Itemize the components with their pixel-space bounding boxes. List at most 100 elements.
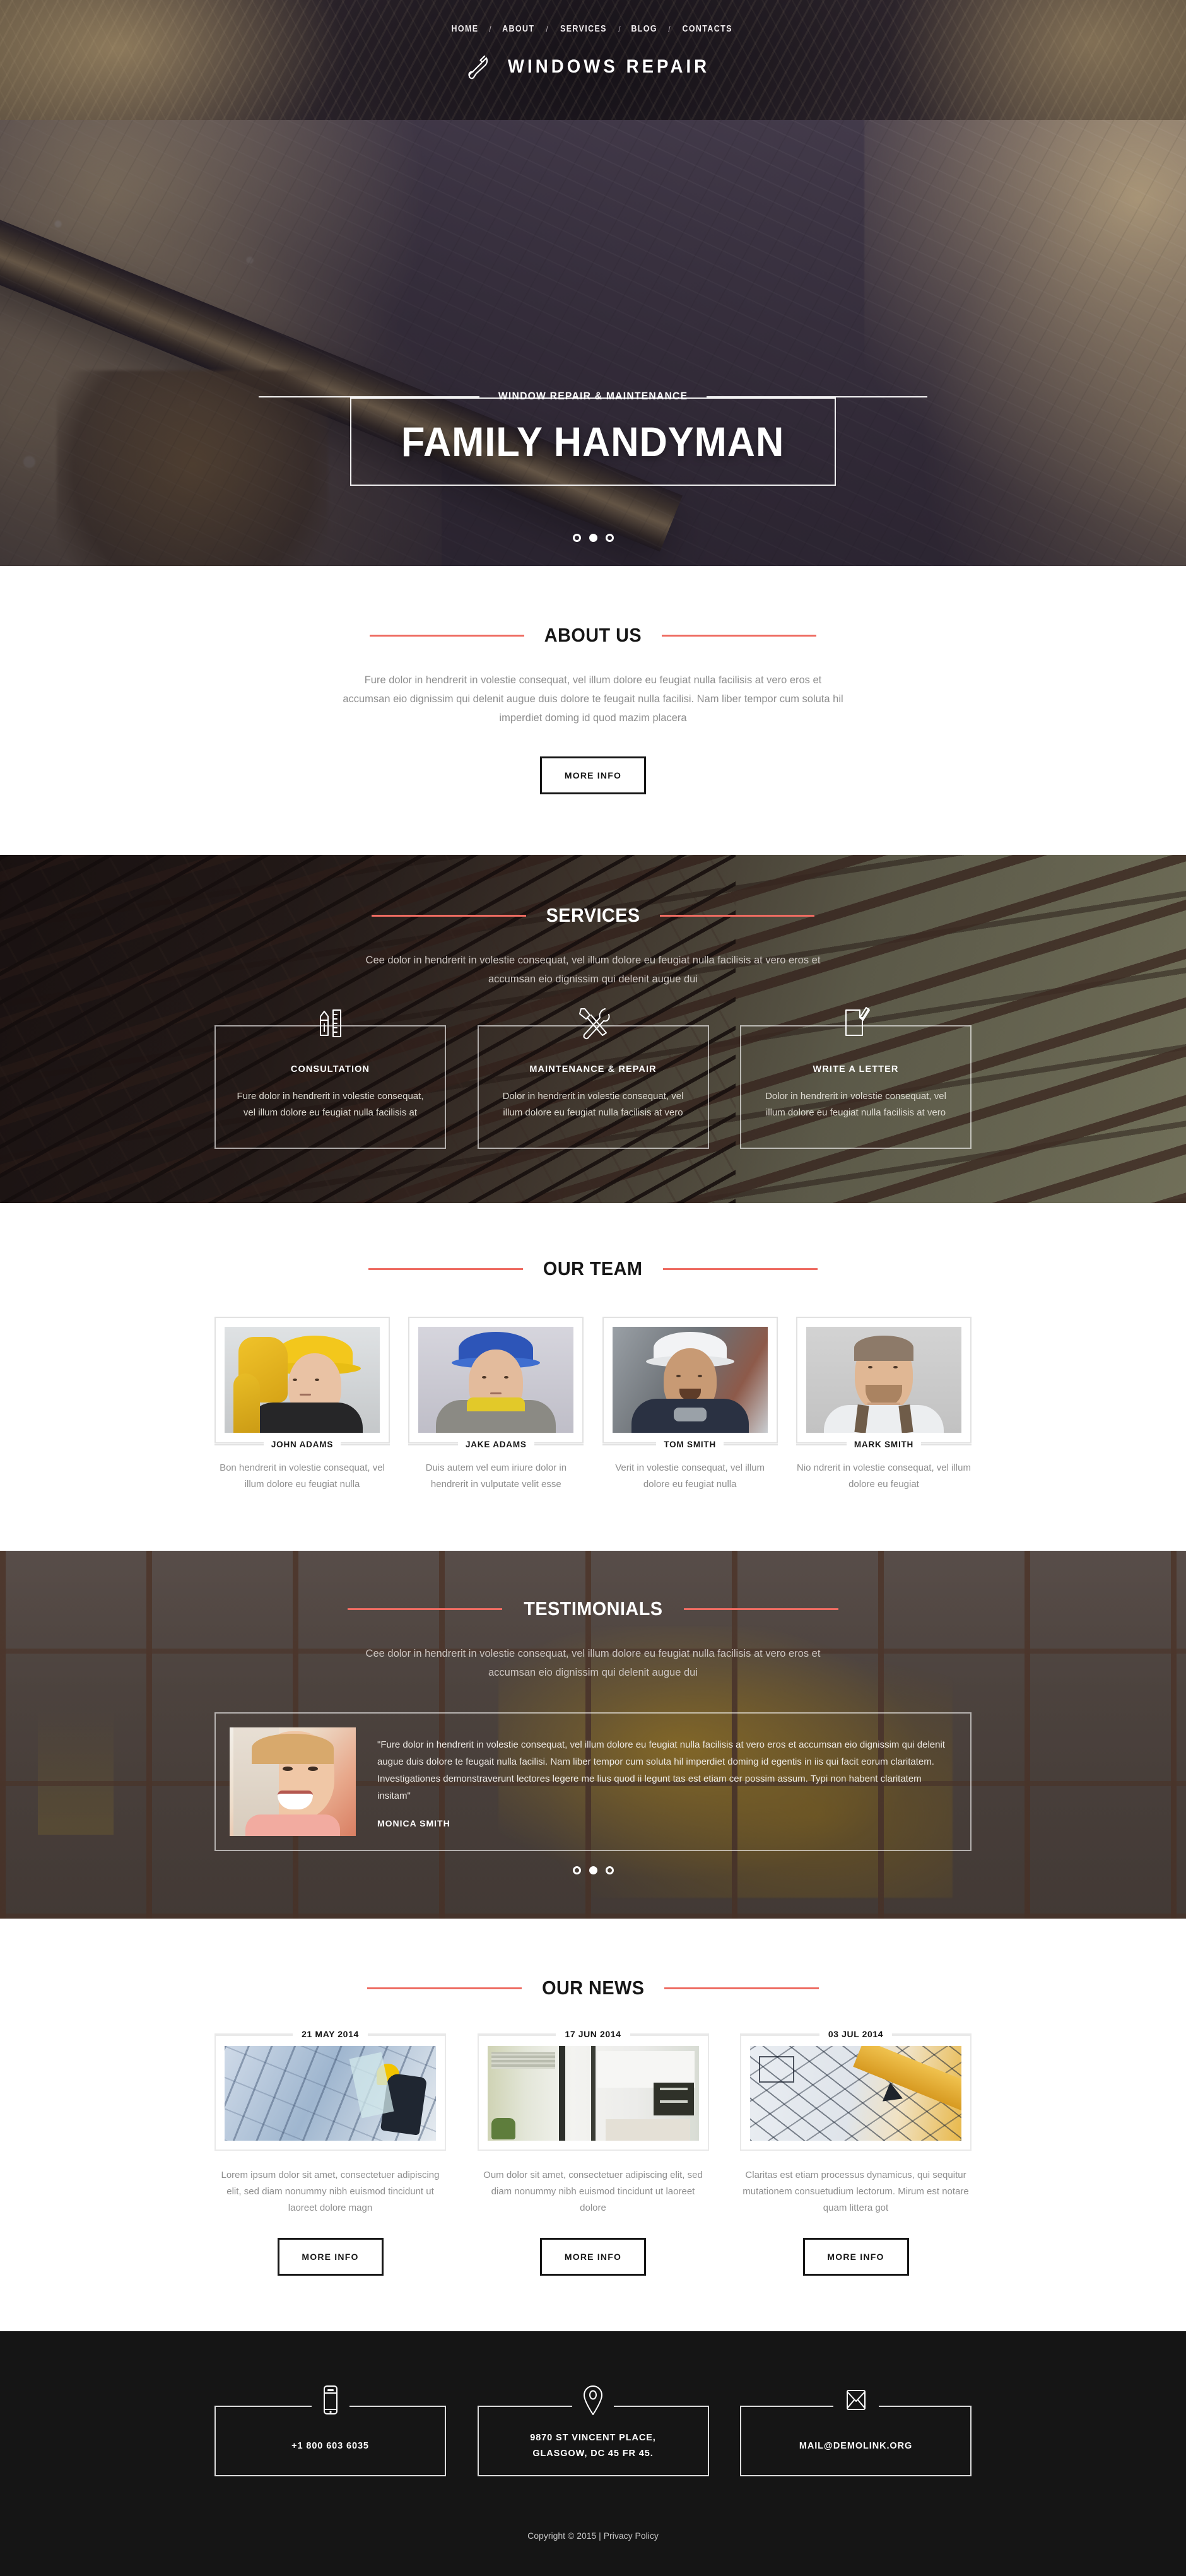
testimonial-dot-3[interactable] [605, 1866, 614, 1874]
team-member-photo [806, 1327, 961, 1433]
testimonials-title: TESTIMONIALS [523, 1597, 663, 1620]
footer-phone-text[interactable]: +1 800 603 6035 [283, 2428, 378, 2454]
service-card-consultation[interactable]: CONSULTATION Fure dolor in hendrerit in … [214, 1009, 446, 1149]
brand-logo[interactable]: WINDOWS REPAIR [0, 54, 1186, 79]
service-text: Dolor in hendrerit in volestie consequat… [765, 1091, 946, 1118]
footer-address-card: 9870 ST VINCENT PLACE, GLASGOW, DC 45 FR… [477, 2384, 709, 2476]
team-heading: OUR TEAM [214, 1257, 972, 1280]
team-member-name: TOM SMITH [656, 1440, 724, 1449]
heading-rule-left [368, 1267, 524, 1270]
about-lead-text: Fure dolor in hendrerit in volestie cons… [343, 674, 843, 724]
footer-email-card: MAIL@DEMOLINK.ORG [740, 2384, 972, 2476]
news-text: Lorem ipsum dolor sit amet, consectetuer… [221, 2170, 440, 2213]
services-card-row: CONSULTATION Fure dolor in hendrerit in … [214, 1007, 972, 1149]
hero-title: FAMILY HANDYMAN [401, 418, 785, 465]
footer-email-text[interactable]: MAIL@DEMOLINK.ORG [790, 2428, 921, 2454]
news-more-info-button[interactable]: MORE INFO [802, 2238, 909, 2276]
team-title: OUR TEAM [543, 1257, 643, 1279]
heading-rule-left [371, 914, 526, 917]
hero-dot-3[interactable] [605, 534, 614, 542]
heading-rule-right [660, 914, 815, 917]
service-title: CONSULTATION [290, 1064, 370, 1074]
service-title: WRITE A LETTER [813, 1064, 899, 1074]
hero-dot-1[interactable] [572, 534, 581, 542]
services-title: SERVICES [546, 904, 640, 926]
team-card: TOM SMITH Verit in volestie consequat, v… [602, 1317, 778, 1493]
footer-phone-card: +1 800 603 6035 [214, 2384, 446, 2476]
site-header: HOME / ABOUT / SERVICES / BLOG / CONTACT… [0, 0, 1186, 120]
nav-separator: / [618, 24, 621, 34]
team-member-photo [225, 1327, 380, 1433]
heading-rule-right [664, 1987, 819, 1989]
nav-item-home[interactable]: HOME [445, 24, 486, 34]
testimonial-dot-1[interactable] [572, 1866, 581, 1874]
heading-rule-right [662, 1267, 818, 1270]
heading-rule-left [347, 1608, 502, 1610]
copyright[interactable]: Copyright © 2015 | Privacy Policy [214, 2531, 972, 2541]
team-member-text: Bon hendrerit in volestie consequat, vel… [220, 1462, 385, 1490]
service-card-write-a-letter[interactable]: WRITE A LETTER Dolor in hendrerit in vol… [740, 1007, 972, 1149]
footer-contact-row: +1 800 603 6035 9870 ST VINCENT PLACE, G… [214, 2384, 972, 2476]
service-card-maintenance-repair[interactable]: MAINTENANCE & REPAIR Dolor in hendrerit … [477, 1008, 709, 1149]
news-photo[interactable] [750, 2046, 961, 2141]
team-member-text: Verit in volestie consequat, vel illum d… [615, 1462, 765, 1490]
nav-separator: / [667, 24, 671, 34]
testimonials-pagination [214, 1866, 972, 1874]
team-member-name: MARK SMITH [846, 1440, 922, 1449]
news-photo[interactable] [225, 2046, 436, 2141]
map-pin-icon [572, 2384, 614, 2420]
news-date: 03 JUL 2014 [819, 2029, 893, 2039]
hero-pagination [0, 534, 1186, 542]
testimonials-section: TESTIMONIALS Cee dolor in hendrerit in v… [0, 1551, 1186, 1919]
news-text: Oum dolor sit amet, consectetuer adipisc… [483, 2170, 703, 2213]
news-more-info-button[interactable]: MORE INFO [277, 2238, 384, 2276]
services-lead-text: Cee dolor in hendrerit in volestie conse… [365, 955, 821, 985]
news-card: 17 JUN 2014 Oum dolor sit amet, consecte… [477, 2029, 709, 2276]
team-card: MARK SMITH Nio ndrerit in volestie conse… [796, 1317, 972, 1493]
envelope-icon [833, 2384, 879, 2419]
news-photo[interactable] [487, 2046, 699, 2141]
heading-rule-left [367, 1987, 522, 1989]
service-text: Fure dolor in hendrerit in volestie cons… [237, 1091, 424, 1118]
about-more-info-button[interactable]: MORE INFO [540, 756, 646, 794]
wrench-icon [467, 54, 489, 79]
page-root: HOME / ABOUT / SERVICES / BLOG / CONTACT… [0, 0, 1186, 2576]
phone-icon [311, 2384, 349, 2419]
hero-background-image [0, 120, 1186, 566]
testimonial-dot-2[interactable] [589, 1866, 597, 1874]
write-letter-icon [830, 1005, 883, 1044]
hero-slider: WINDOW REPAIR & MAINTENANCE FAMILY HANDY… [0, 120, 1186, 566]
heading-rule-right [684, 1608, 839, 1610]
testimonials-lead-text: Cee dolor in hendrerit in volestie conse… [365, 1648, 821, 1678]
hero-frame: WINDOW REPAIR & MAINTENANCE FAMILY HANDY… [259, 391, 928, 486]
hero-dot-2[interactable] [589, 534, 597, 542]
news-heading: OUR NEWS [214, 1977, 972, 1999]
nav-separator: / [545, 24, 548, 34]
heading-rule-right [661, 634, 816, 637]
team-member-name: JAKE ADAMS [457, 1440, 534, 1449]
team-member-photo [418, 1327, 574, 1433]
wrench-screwdriver-icon [565, 1005, 621, 1044]
team-member-name: JOHN ADAMS [263, 1440, 341, 1449]
news-card: 03 JUL 2014 Claritas est etiam processus… [740, 2029, 972, 2276]
team-member-text: Duis autem vel eum iriure dolor in hendr… [425, 1462, 567, 1490]
testimonials-heading: TESTIMONIALS [214, 1597, 972, 1620]
news-text: Claritas est etiam processus dynamicus, … [743, 2170, 969, 2213]
testimonial-author-photo [230, 1727, 356, 1836]
about-title: ABOUT US [544, 624, 642, 646]
testimonial-author-name: MONICA SMITH [377, 1818, 450, 1828]
hero-rule-right [707, 396, 928, 397]
nav-item-contacts[interactable]: CONTACTS [676, 24, 740, 34]
news-more-info-button[interactable]: MORE INFO [540, 2238, 646, 2276]
hero-subtitle: WINDOW REPAIR & MAINTENANCE [498, 391, 688, 402]
nav-item-services[interactable]: SERVICES [553, 24, 613, 34]
services-section: SERVICES Cee dolor in hendrerit in voles… [0, 855, 1186, 1203]
footer-address-text[interactable]: 9870 ST VINCENT PLACE, GLASGOW, DC 45 FR… [521, 2420, 665, 2462]
team-card: JOHN ADAMS Bon hendrerit in volestie con… [214, 1317, 390, 1493]
news-date: 17 JUN 2014 [556, 2029, 630, 2039]
nav-item-about[interactable]: ABOUT [495, 24, 542, 34]
nav-separator: / [489, 24, 491, 34]
brand-name: WINDOWS REPAIR [507, 56, 710, 77]
about-heading: ABOUT US [214, 624, 972, 647]
nav-item-blog[interactable]: BLOG [624, 24, 664, 34]
